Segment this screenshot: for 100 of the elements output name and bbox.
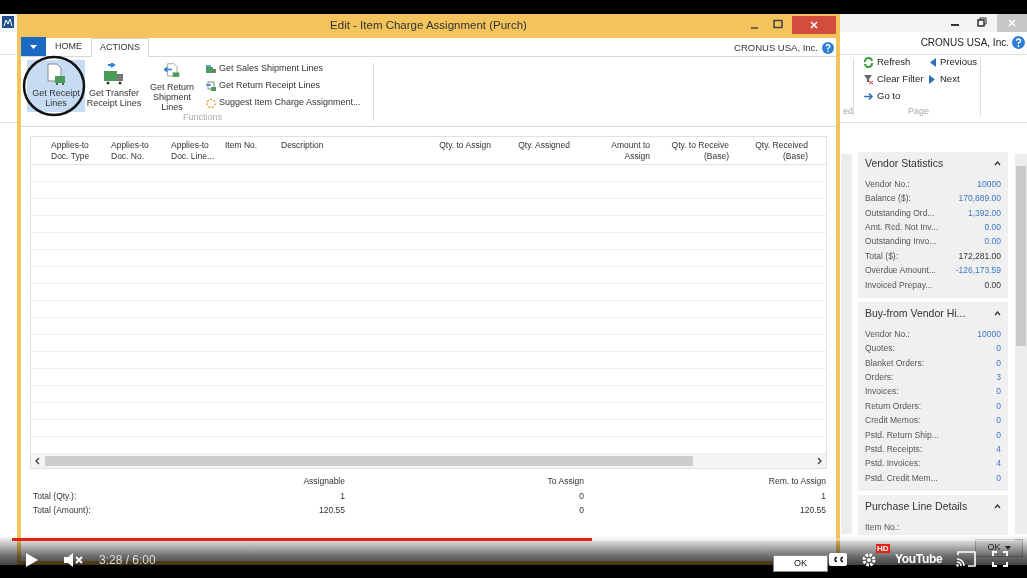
scrollbar[interactable] [1015, 154, 1027, 534]
refresh-icon [863, 56, 874, 68]
ribbon-action[interactable]: Clear Filter [863, 72, 924, 87]
document-truck-icon [45, 63, 67, 85]
column-header[interactable]: Qty. to Assign [421, 140, 493, 164]
ribbon-action[interactable]: Next [928, 72, 960, 87]
truck-arrow-icon [102, 63, 126, 85]
totals-header: Assignable [302, 475, 345, 488]
menu-button[interactable] [21, 37, 46, 56]
totals-value: 1 [339, 489, 345, 503]
factbox-title: Purchase Line Details [865, 499, 968, 514]
column-header[interactable]: Applies-to Doc. No. [111, 140, 171, 164]
triangle-right-icon [928, 73, 937, 85]
ribbon-button[interactable]: Get Return Shipment Lines [143, 60, 201, 112]
column-header[interactable]: Applies-to Doc. Type [31, 140, 111, 164]
cast-button[interactable] [956, 550, 979, 568]
field-link[interactable]: 0 [996, 398, 1001, 414]
ribbon-action[interactable]: Go to [863, 89, 901, 104]
progress-track[interactable] [12, 538, 1015, 541]
field-link[interactable]: 3 [996, 369, 1001, 385]
fullscreen-button[interactable] [992, 550, 1011, 568]
company-name: CRONUS USA, Inc. [734, 41, 818, 55]
field-link[interactable]: 10000 [977, 176, 1001, 192]
ok-button[interactable]: OK [773, 555, 828, 572]
field-value: 172,281.00 [958, 249, 1001, 263]
column-header[interactable]: Amount to Assign [572, 140, 652, 164]
field-label: Return Orders: [865, 399, 922, 413]
close-icon [810, 21, 818, 29]
ribbon-button[interactable]: Get Transfer Receipt Lines [85, 60, 143, 112]
column-header[interactable]: Item No. [225, 140, 281, 164]
field-link[interactable]: 0 [996, 355, 1001, 370]
field-link[interactable]: 0.00 [984, 234, 1001, 249]
field-label: Credit Memos: [865, 414, 921, 428]
ribbon-group-label: Functions [183, 111, 223, 124]
circle-annotation [22, 55, 86, 117]
field-label: Orders: [865, 370, 894, 384]
ribbon-tab[interactable]: ACTIONS [91, 38, 149, 57]
arrow-right-icon [863, 90, 874, 102]
field-link[interactable]: 4 [996, 442, 1001, 457]
ribbon-action[interactable]: Refresh [863, 55, 911, 70]
field-label: Pstd. Return Ship... [865, 428, 939, 442]
ribbon-button[interactable]: Get Receipt Lines [27, 60, 85, 112]
field-link[interactable]: 4 [996, 456, 1001, 471]
close-button[interactable] [792, 16, 836, 34]
dialog-title: Edit - Item Charge Assignment (Purch) [330, 18, 527, 34]
field-link[interactable]: 0 [996, 341, 1001, 356]
field-link[interactable]: 0 [996, 384, 1001, 399]
document-truck-icon [205, 80, 217, 92]
field-label: Item No.: [865, 520, 900, 534]
hd-badge: HD [876, 544, 890, 553]
column-header[interactable]: Qty. Received (Base) [731, 140, 810, 164]
ribbon-action[interactable]: Get Sales Shipment Lines [205, 62, 361, 76]
column-header[interactable]: Qty. to Receive (Base) [652, 140, 731, 164]
field-link[interactable]: 0 [996, 427, 1001, 442]
totals-header: To Assign [546, 475, 584, 488]
field-link[interactable]: 170,889.00 [958, 191, 1001, 206]
ok-button[interactable]: OK [975, 539, 1023, 557]
horizontal-scrollbar[interactable] [31, 454, 826, 468]
column-header[interactable]: Qty. Assigned [493, 140, 572, 164]
field-label: Pstd. Invoices: [865, 457, 921, 471]
filter-icon [863, 73, 874, 85]
ribbon-action[interactable]: Suggest Item Charge Assignment... [205, 96, 361, 110]
totals-header: Rem. to Assign [767, 475, 826, 488]
column-header[interactable]: Applies-to Doc. Line... [171, 140, 225, 164]
ribbon-action[interactable]: Previous [928, 55, 977, 70]
ribbon-tab[interactable]: HOME [46, 37, 91, 56]
minimize-icon [951, 24, 959, 26]
field-label: Vendor No.: [865, 327, 910, 341]
column-header[interactable]: Description [281, 140, 421, 164]
dropdown-caret-icon [1004, 546, 1011, 550]
totals-value: 1 [820, 489, 826, 503]
field-label: Blanket Orders: [865, 356, 925, 370]
field-label: Vendor No.: [865, 177, 910, 191]
mute-button[interactable] [63, 550, 85, 570]
field-link[interactable]: 1,392.00 [967, 205, 1001, 220]
field-label: Overdue Amount... [865, 264, 936, 278]
video-logo[interactable]: YouTube [895, 550, 943, 568]
field-link[interactable]: 0.00 [984, 219, 1001, 235]
company-name: CRONUS USA, Inc. [920, 36, 1009, 50]
field-label: Pstd. Receipts: [865, 443, 923, 456]
field-link[interactable]: -126,173.59 [955, 263, 1001, 278]
field-label: Pstd. Credit Mem... [865, 471, 938, 485]
totals-value: 0 [578, 489, 584, 503]
captions-icon [832, 555, 844, 563]
ribbon-action[interactable]: Get Return Receipt Lines [205, 79, 361, 93]
maximize-icon [773, 19, 783, 29]
field-link[interactable]: 10000 [977, 326, 1001, 342]
scrollbar[interactable] [841, 154, 852, 534]
factbox-title: Buy-from Vendor Hi... [865, 306, 966, 321]
totals-label: Total (Amount): [33, 504, 92, 517]
field-label: Outstanding Invo... [865, 235, 937, 249]
video-time: 3:28 / 6:00 [99, 552, 156, 569]
field-link[interactable]: 0 [996, 470, 1001, 486]
field-label: Quotes: [865, 342, 895, 356]
triangle-left-icon [928, 56, 937, 68]
field-label: Invoiced Prepay... [865, 278, 933, 292]
field-label: Outstanding Ord... [865, 206, 935, 220]
collapse-icon [994, 161, 1001, 167]
field-link[interactable]: 0 [996, 413, 1001, 428]
totals-label: Total (Qty.): [33, 489, 78, 503]
